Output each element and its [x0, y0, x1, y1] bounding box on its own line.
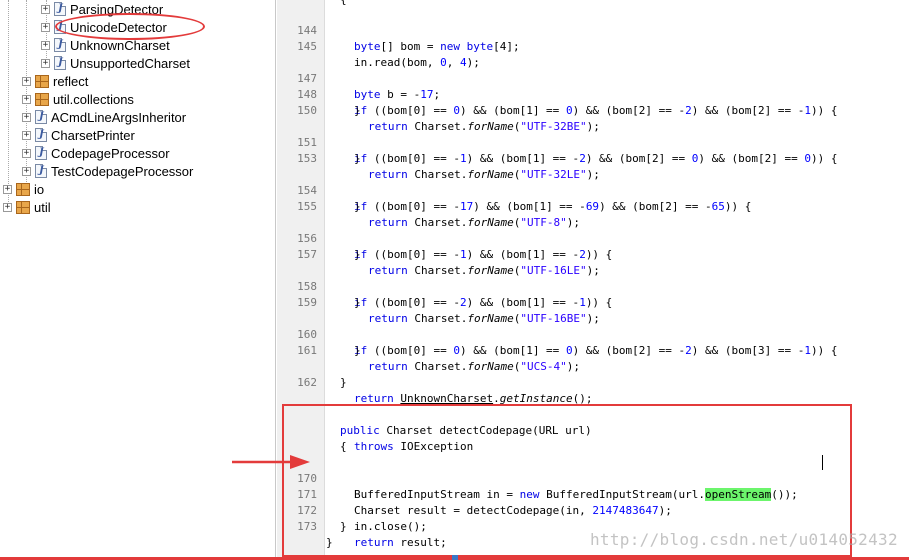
expand-icon[interactable]	[41, 4, 50, 14]
java-file-icon: J	[54, 2, 66, 16]
code-line: 151 if ((bom[0] == -1) && (bom[1] == -2)…	[277, 119, 909, 165]
watermark: http://blog.csdn.net/u014052432	[590, 530, 898, 549]
java-file-icon: J	[35, 128, 47, 142]
code-line: }	[354, 104, 361, 117]
line-number: 145	[297, 40, 317, 53]
tree-item-util-collections[interactable]: util.collections	[22, 90, 134, 108]
tree-item-codepageprocessor[interactable]: J CodepageProcessor	[22, 144, 170, 162]
expand-icon[interactable]	[22, 112, 31, 122]
code-line: 155 return Charset.forName("UTF-8");	[277, 183, 909, 229]
expand-icon[interactable]	[41, 40, 50, 50]
code-line: 160 if ((bom[0] == 0) && (bom[1] == 0) &…	[277, 311, 909, 357]
code-line: }	[340, 376, 347, 389]
java-file-icon: J	[54, 56, 66, 70]
java-file-icon: J	[35, 146, 47, 160]
code-line: 145 in.read(bom, 0, 4);	[277, 23, 909, 69]
text-caret	[822, 455, 823, 470]
tree-item-testcodepageprocessor[interactable]: J TestCodepageProcessor	[22, 162, 193, 180]
expand-icon[interactable]	[22, 148, 31, 158]
expand-icon[interactable]	[3, 202, 12, 212]
code-line: 157 return Charset.forName("UTF-16LE");	[277, 231, 909, 277]
code-line: 154 if ((bom[0] == -17) && (bom[1] == -6…	[277, 167, 909, 213]
expand-icon[interactable]	[41, 22, 50, 32]
java-file-icon: J	[35, 164, 47, 178]
code-line: 153 return Charset.forName("UTF-32LE");	[277, 135, 909, 181]
project-tree-panel[interactable]: J ParsingDetector J UnicodeDetector J Un…	[0, 0, 276, 560]
code-line: 147 byte b = -17;	[277, 55, 909, 101]
expand-icon[interactable]	[22, 130, 31, 140]
tree-item-charsetprinter[interactable]: J CharsetPrinter	[22, 126, 135, 144]
package-icon	[35, 92, 49, 106]
expand-icon[interactable]	[3, 184, 12, 194]
expand-icon[interactable]	[22, 76, 31, 86]
tree-item-acmdlineargsinheritor[interactable]: J ACmdLineArgsInheritor	[22, 108, 186, 126]
code-line: 144 byte[] bom = new byte[4];	[277, 7, 909, 53]
code-line: }	[354, 152, 361, 165]
package-icon	[16, 200, 30, 214]
code-line: 148 if ((bom[0] == 0) && (bom[1] == 0) &…	[277, 71, 909, 117]
java-file-icon: J	[54, 38, 66, 52]
expand-icon[interactable]	[22, 166, 31, 176]
code-line: 156 if ((bom[0] == -1) && (bom[1] == -2)…	[277, 215, 909, 261]
tree-item-util[interactable]: util	[3, 198, 51, 216]
code-line: }	[354, 248, 361, 261]
code-line: 162 return UnknownCharset.getInstance();	[277, 359, 909, 405]
annotation-ellipse	[55, 13, 205, 40]
expand-icon[interactable]	[41, 58, 50, 68]
package-icon	[35, 74, 49, 88]
code-line: }	[354, 200, 361, 213]
tree-guide-line	[8, 0, 9, 208]
code-line: 159 return Charset.forName("UTF-16BE");	[277, 279, 909, 325]
package-icon	[16, 182, 30, 196]
code-line: }	[354, 344, 361, 357]
code-line: 150 return Charset.forName("UTF-32BE");	[277, 87, 909, 133]
scroll-indicator[interactable]	[452, 555, 458, 560]
annotation-arrow-icon	[232, 455, 310, 469]
expand-icon[interactable]	[22, 94, 31, 104]
code-line: 158 if ((bom[0] == -2) && (bom[1] == -1)…	[277, 263, 909, 309]
code-line: }	[354, 296, 361, 309]
tree-item-reflect[interactable]: reflect	[22, 72, 88, 90]
java-file-icon: J	[35, 110, 47, 124]
code-line: 161 return Charset.forName("UCS-4");	[277, 327, 909, 373]
tree-item-unsupportedcharset[interactable]: J UnsupportedCharset	[41, 54, 190, 72]
tree-item-io[interactable]: io	[3, 180, 44, 198]
